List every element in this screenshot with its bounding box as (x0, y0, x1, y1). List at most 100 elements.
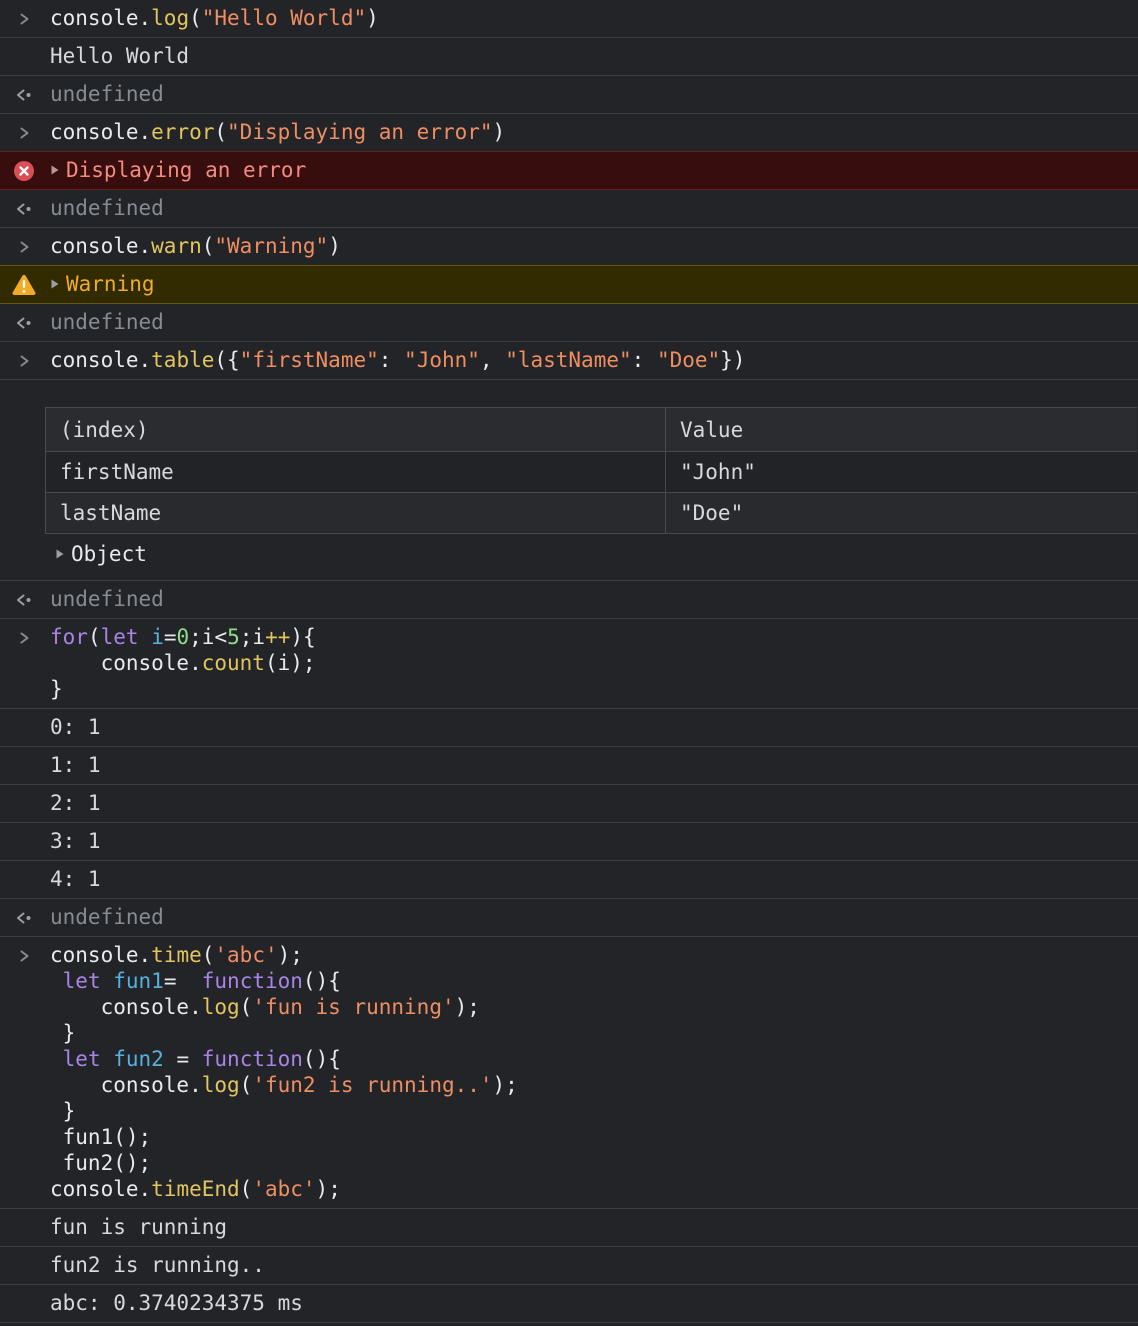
code-line: for(let i=0;i<5;i++){ (50, 624, 1138, 650)
code-token: let (100, 625, 139, 649)
console-log-row: 3: 1 (0, 823, 1138, 861)
warning-triangle-icon (0, 266, 48, 303)
code-token: 'abc' (252, 1177, 316, 1201)
table-cell-key: lastName (45, 492, 666, 534)
code-token: console. (50, 651, 202, 675)
code-token: ( (239, 1177, 253, 1201)
code-line: abc: 0.3740234375 ms (50, 1290, 1138, 1316)
table-row: lastName "Doe" (45, 492, 1137, 534)
code-token: function (201, 1047, 303, 1071)
table-header-cell[interactable]: (index) (45, 407, 666, 452)
code-line: 2: 1 (50, 790, 1138, 816)
code-token: = (163, 625, 177, 649)
code-token: let (62, 969, 101, 993)
code-token: 0: 1 (50, 715, 101, 739)
console-return-row: undefined (0, 304, 1138, 342)
code-token: "Displaying an error" (227, 120, 493, 144)
row-content: 1: 1 (50, 752, 1138, 778)
code-line: console.log("Hello World") (50, 5, 1138, 31)
code-token: console. (50, 234, 152, 258)
object-label: Object (71, 542, 147, 566)
code-token: fun1 (113, 969, 164, 993)
console-log-row: 4: 1 (0, 861, 1138, 899)
console-error-row: Displaying an error (0, 151, 1138, 190)
row-content: undefined (50, 195, 1138, 221)
code-token: 3: 1 (50, 829, 101, 853)
code-token: abc: 0.3740234375 ms (50, 1291, 303, 1315)
code-token: = (163, 1047, 202, 1071)
code-token: ); (277, 943, 303, 967)
code-line: 0: 1 (50, 714, 1138, 740)
code-token: "lastName" (505, 348, 632, 372)
code-line: console.log('fun2 is running..'); (50, 1072, 1138, 1098)
console-return-row: undefined (0, 899, 1138, 937)
return-value-icon (0, 76, 48, 113)
code-line: console.timeEnd('abc'); (50, 1176, 1138, 1202)
code-token: fun2(); (50, 1151, 152, 1175)
code-line: undefined (50, 81, 1138, 107)
row-content: fun2 is running.. (50, 1252, 1138, 1278)
chevron-right-icon (0, 937, 48, 974)
code-line: } (50, 1098, 1138, 1124)
code-token: (i); (264, 651, 316, 675)
row-content: undefined (50, 309, 1138, 335)
console-return-row: undefined (0, 76, 1138, 114)
row-content: fun is running (50, 1214, 1138, 1240)
code-token: ({ (214, 348, 240, 372)
code-token: warn (151, 234, 202, 258)
console-log-row: fun is running (0, 1209, 1138, 1247)
code-token: console. (50, 1177, 152, 1201)
object-preview[interactable]: Object (55, 534, 1138, 574)
chevron-right-icon (0, 228, 48, 265)
chevron-right-icon (0, 619, 48, 656)
chevron-right-icon (0, 114, 48, 151)
code-token: console. (50, 943, 152, 967)
code-token: }) (720, 348, 746, 372)
code-token: log (151, 6, 190, 30)
code-token: table (151, 348, 215, 372)
disclosure-triangle-icon[interactable] (50, 278, 60, 290)
code-token: ( (201, 234, 215, 258)
code-token: console. (50, 6, 152, 30)
code-line: fun1(); (50, 1124, 1138, 1150)
code-token: 'abc' (214, 943, 278, 967)
code-line: } (50, 676, 1138, 702)
code-token: 0 (176, 625, 190, 649)
code-token: 1: 1 (50, 753, 101, 777)
console-log-row: 0: 1 (0, 709, 1138, 747)
code-token: : (378, 348, 405, 372)
code-token: } (50, 1021, 76, 1045)
code-token: undefined (50, 587, 164, 611)
code-token: 'fun2 is running..' (252, 1073, 493, 1097)
code-line: Hello World (50, 43, 1138, 69)
code-line: undefined (50, 904, 1138, 930)
code-token: error (151, 120, 215, 144)
code-token: console. (50, 995, 202, 1019)
code-line: undefined (50, 586, 1138, 612)
table-cell-key: firstName (45, 451, 666, 493)
console-input-row: console.error("Displaying an error") (0, 114, 1138, 152)
code-token: ( (87, 625, 101, 649)
console-return-row: undefined (0, 190, 1138, 228)
code-token: i (151, 625, 164, 649)
chevron-right-icon (0, 0, 48, 37)
code-token: undefined (50, 905, 164, 929)
code-token: ); (492, 1073, 518, 1097)
disclosure-triangle-icon[interactable] (55, 548, 65, 560)
code-line: fun2(); (50, 1150, 1138, 1176)
return-value-icon (0, 190, 48, 227)
code-token: ( (201, 943, 215, 967)
disclosure-triangle-icon[interactable] (50, 164, 60, 176)
code-line: console.table({"firstName": "John", "las… (50, 347, 1138, 373)
code-line: console.error("Displaying an error") (50, 119, 1138, 145)
message-text: Displaying an error (66, 158, 307, 182)
code-token: undefined (50, 310, 164, 334)
row-content: 4: 1 (50, 866, 1138, 892)
console-warning-row: Warning (0, 265, 1138, 304)
message-text: Warning (66, 272, 155, 296)
code-token: console. (50, 120, 152, 144)
code-token: let (62, 1047, 101, 1071)
table-header-cell[interactable]: Value (665, 407, 1137, 452)
